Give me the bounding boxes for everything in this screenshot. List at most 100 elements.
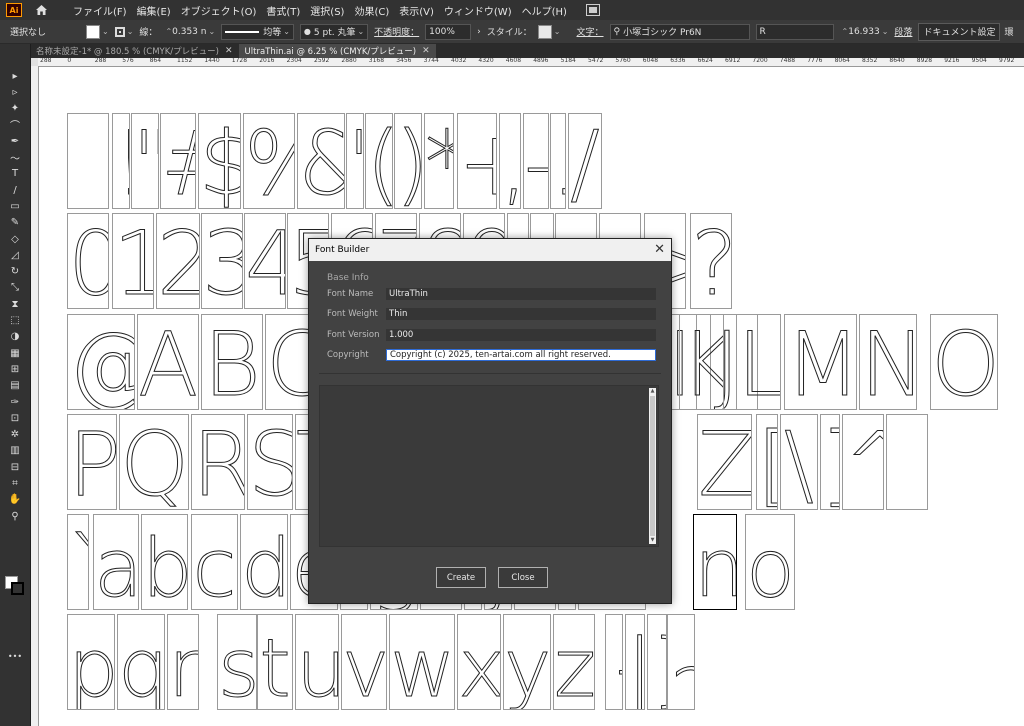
glyph-cell[interactable]: ,: [499, 113, 521, 209]
glyph-cell[interactable]: b: [141, 514, 188, 610]
gradient-tool-icon[interactable]: ▤: [7, 379, 23, 393]
fill-stroke-widget[interactable]: [5, 576, 24, 595]
glyph-cell[interactable]: o: [745, 514, 795, 610]
scroll-thumb[interactable]: [650, 396, 655, 536]
glyph-cell[interactable]: (: [365, 113, 393, 209]
close-icon[interactable]: ✕: [225, 46, 233, 56]
rotate-tool-icon[interactable]: ↻: [7, 265, 23, 279]
menu-item[interactable]: 効果(C): [349, 3, 394, 18]
scroll-down-icon[interactable]: ▼: [649, 537, 656, 544]
stroke-weight-field[interactable]: ⌃ 0.353 n ⌄: [163, 27, 215, 37]
rectangle-tool-icon[interactable]: ▭: [7, 199, 23, 213]
menu-item[interactable]: 表示(V): [394, 3, 439, 18]
glyph-cell[interactable]: u: [295, 614, 339, 710]
glyph-cell[interactable]: ): [394, 113, 422, 209]
glyph-cell[interactable]: K: [679, 314, 724, 410]
glyph-cell[interactable]: A: [137, 314, 199, 410]
glyph-cell[interactable]: ~: [667, 614, 695, 710]
glyph-cell[interactable]: s: [217, 614, 257, 710]
glyph-cell[interactable]: B: [201, 314, 263, 410]
glyph-cell[interactable]: 2: [156, 213, 200, 309]
glyph-cell[interactable]: {: [605, 614, 623, 710]
close-icon[interactable]: ✕: [654, 242, 665, 257]
environment-button[interactable]: 環: [1004, 25, 1013, 38]
paintbrush-tool-icon[interactable]: ✎: [7, 216, 23, 230]
hand-tool-icon[interactable]: ✋: [7, 493, 23, 507]
menu-item[interactable]: 編集(E): [132, 3, 176, 18]
scroll-up-icon[interactable]: ▲: [649, 388, 656, 395]
glyph-cell[interactable]: *: [424, 113, 454, 209]
tab-ultrathin[interactable]: UltraThin.ai @ 6.25 % (CMYK/プレビュー) ✕: [238, 44, 436, 58]
font-style-field[interactable]: R: [755, 23, 834, 40]
glyph-cell[interactable]: ?: [690, 213, 732, 309]
scale-tool-icon[interactable]: ⤡: [7, 281, 23, 295]
width-tool-icon[interactable]: ⧗: [7, 297, 23, 311]
variable-width-profile[interactable]: 均等 ⌄: [221, 23, 294, 40]
glyph-cell[interactable]: M: [784, 314, 857, 410]
glyph-cell[interactable]: n: [693, 514, 737, 610]
menu-item[interactable]: 選択(S): [305, 3, 349, 18]
horizontal-ruler[interactable]: 288 0 288 576 864 1152 1440 1728 2016 2304 2592 288…: [38, 58, 1024, 67]
dialog-title-bar[interactable]: Font Builder ✕: [309, 239, 671, 261]
glyph-cell[interactable]: c: [191, 514, 238, 610]
glyph-cell[interactable]: a: [93, 514, 139, 610]
copyright-field[interactable]: [386, 349, 656, 361]
fill-swatch[interactable]: ⌄: [86, 24, 109, 39]
glyph-cell[interactable]: $: [198, 113, 241, 209]
glyph-cell[interactable]: ': [346, 113, 364, 209]
vertical-scrollbar[interactable]: ▲ ▼: [649, 388, 656, 544]
glyph-cell[interactable]: -: [523, 113, 549, 209]
style-swatch[interactable]: ⌄: [537, 24, 561, 39]
glyph-cell[interactable]: ": [131, 113, 159, 209]
eraser-tool-icon[interactable]: ◿: [7, 248, 23, 262]
slice-tool-icon[interactable]: ⌗: [7, 477, 23, 491]
mesh-tool-icon[interactable]: ⊞: [7, 362, 23, 376]
glyph-cell[interactable]: 1: [112, 213, 154, 309]
glyph-cell[interactable]: +: [457, 113, 497, 209]
glyph-cell[interactable]: S: [247, 414, 293, 510]
curvature-tool-icon[interactable]: 〜: [7, 151, 23, 165]
log-textarea[interactable]: ▲ ▼: [319, 385, 659, 547]
glyph-cell[interactable]: !: [112, 113, 130, 209]
character-label[interactable]: 文字：: [577, 25, 604, 38]
document-setup-button[interactable]: ドキュメント設定: [918, 22, 1001, 41]
glyph-cell[interactable]: v: [341, 614, 387, 710]
eyedropper-tool-icon[interactable]: ✑: [7, 395, 23, 409]
glyph-cell[interactable]: 4: [244, 213, 286, 309]
glyph-cell[interactable]: p: [67, 614, 115, 710]
stroke-swatch[interactable]: ⌄: [114, 26, 133, 37]
glyph-cell[interactable]: t: [257, 614, 293, 710]
glyph-cell[interactable]: Q: [119, 414, 189, 510]
blend-tool-icon[interactable]: ⊡: [7, 411, 23, 425]
glyph-cell[interactable]: z: [553, 614, 595, 710]
font-name-field[interactable]: [386, 288, 656, 300]
line-tool-icon[interactable]: /: [7, 183, 23, 197]
glyph-cell[interactable]: y: [503, 614, 551, 710]
opacity-arrow[interactable]: ›: [477, 27, 481, 37]
opacity-field[interactable]: 100%: [425, 23, 472, 40]
home-icon[interactable]: [34, 3, 48, 17]
glyph-cell[interactable]: w: [389, 614, 455, 710]
font-size-field[interactable]: ⌃ 16.933 ⌄: [840, 27, 889, 37]
font-weight-field[interactable]: [386, 308, 656, 320]
glyph-cell[interactable]: .: [550, 113, 566, 209]
menu-item[interactable]: ファイル(F): [68, 3, 132, 18]
opacity-label[interactable]: 不透明度：: [374, 25, 419, 38]
menu-item[interactable]: 書式(T): [261, 3, 305, 18]
glyph-cell[interactable]: ]: [820, 414, 840, 510]
glyph-cell[interactable]: _: [886, 414, 928, 510]
paragraph-label[interactable]: 段落: [894, 25, 912, 38]
glyph-cell[interactable]: 0: [67, 213, 109, 309]
glyph-cell[interactable]: `: [67, 514, 89, 610]
zoom-tool-icon[interactable]: ⚲: [7, 509, 23, 523]
glyph-cell[interactable]: P: [67, 414, 117, 510]
font-version-field[interactable]: [386, 329, 656, 341]
glyph-cell[interactable]: %: [243, 113, 295, 209]
glyph-cell[interactable]: Z: [697, 414, 752, 510]
glyph-cell[interactable]: ^: [842, 414, 884, 510]
glyph-cell[interactable]: x: [457, 614, 501, 710]
tab-untitled[interactable]: 名称未設定-1* @ 180.5 % (CMYK/プレビュー) ✕: [30, 44, 239, 58]
glyph-cell[interactable]: #: [160, 113, 196, 209]
symbol-sprayer-tool-icon[interactable]: ✲: [7, 428, 23, 442]
menu-item[interactable]: オブジェクト(O): [176, 3, 262, 18]
